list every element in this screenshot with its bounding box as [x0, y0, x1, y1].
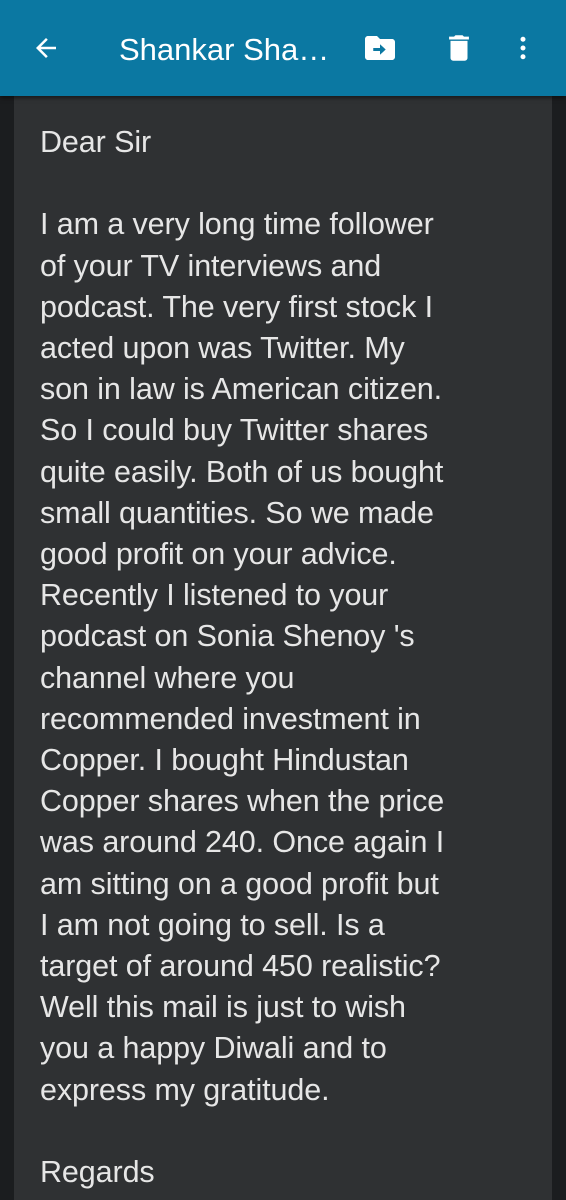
- message-line: son in law is American citizen.: [40, 372, 443, 407]
- back-button[interactable]: [22, 24, 70, 72]
- message-line: express my gratitude.: [40, 1072, 330, 1107]
- move-to-folder-button[interactable]: [356, 24, 404, 72]
- message-line: am sitting on a good profit but: [40, 866, 439, 901]
- message-line: I am a very long time follower: [40, 207, 434, 242]
- message-line: small quantities. So we made: [40, 495, 434, 530]
- message-line: recommended investment in: [40, 701, 421, 736]
- email-body-pane[interactable]: Dear Sir I am a very long time follower o…: [14, 96, 552, 1200]
- message-line: good profit on your advice.: [40, 537, 397, 572]
- message-line: channel where you: [40, 660, 295, 695]
- message-line: Recently I listened to your: [40, 578, 389, 613]
- delete-button[interactable]: [435, 24, 483, 72]
- message-line: you a happy Diwali and to: [40, 1031, 387, 1066]
- message-line: acted upon was Twitter. My: [40, 331, 405, 365]
- message-line: I am not going to sell. Is a: [40, 907, 385, 942]
- arrow-left-icon: [36, 38, 56, 58]
- message-line: was around 240. Once again I: [40, 825, 445, 860]
- email-body: Dear Sir I am a very long time follower o…: [40, 122, 540, 1193]
- email-screen: Shankar Sha… Dear Sir I am a very long t: [0, 0, 566, 1200]
- trash-icon: [449, 35, 469, 61]
- message-line: target of around 450 realistic?: [40, 949, 441, 984]
- message-line: Well this mail is just to wish: [40, 990, 406, 1025]
- signoff: Regards: [40, 1155, 155, 1190]
- message-line: Copper. I bought Hindustan: [40, 743, 409, 778]
- message-paragraph: I am a very long time follower of your TV…: [40, 204, 540, 1110]
- message-line: of your TV interviews and: [40, 248, 382, 283]
- app-bar: Shankar Sha…: [0, 0, 566, 96]
- more-options-button[interactable]: [505, 24, 541, 72]
- more-vertical-icon: [520, 36, 526, 60]
- message-line: podcast. The very first stock I: [40, 289, 433, 324]
- message-line: quite easily. Both of us bought: [40, 454, 444, 489]
- sender-title: Shankar Sha…: [119, 32, 330, 67]
- message-line: So I could buy Twitter shares: [40, 413, 429, 448]
- move-to-folder-icon: [365, 36, 395, 60]
- message-line: Copper shares when the price: [40, 784, 445, 819]
- greeting: Dear Sir: [40, 125, 152, 159]
- message-line: podcast on Sonia Shenoy 's: [40, 619, 415, 654]
